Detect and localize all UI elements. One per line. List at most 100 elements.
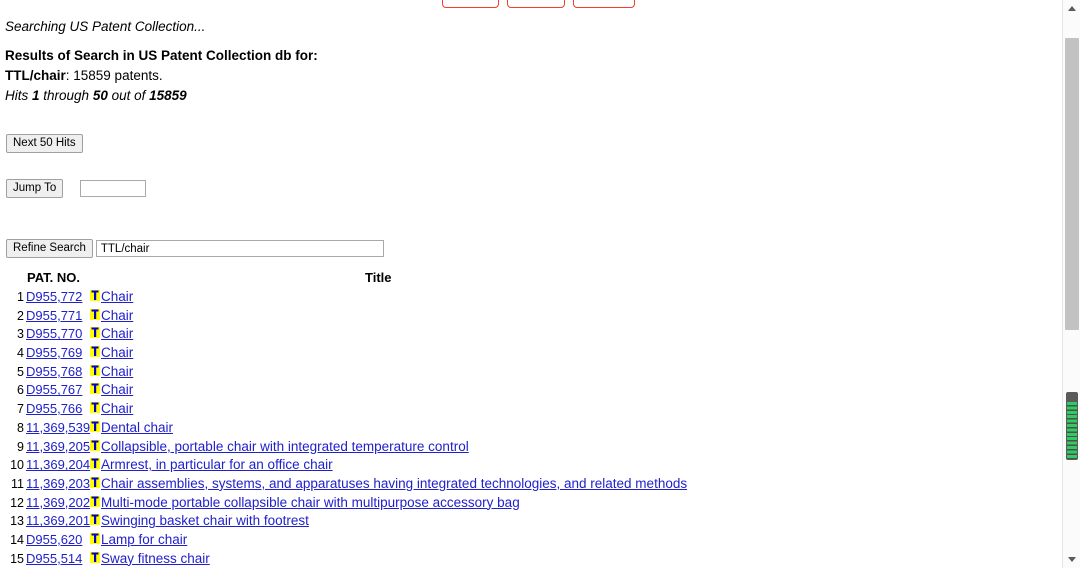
patent-number-link[interactable]: 11,369,202 <box>26 495 90 510</box>
hits-from: 1 <box>32 88 40 103</box>
patent-number-link[interactable]: D955,769 <box>26 345 82 360</box>
refine-search-input[interactable] <box>95 240 384 257</box>
results-title: Results of Search in US Patent Collectio… <box>5 48 318 63</box>
full-text-T-icon[interactable] <box>90 346 100 358</box>
table-row: 3 D955,770 Chair <box>0 326 1050 345</box>
scrollbar-thumb-inner[interactable] <box>1066 392 1078 460</box>
patent-number-link[interactable]: D955,770 <box>26 326 82 341</box>
patent-title-link[interactable]: Chair <box>101 308 133 323</box>
results-query-line: TTL/chair: 15859 patents. <box>5 66 318 86</box>
scroll-up-arrow-icon[interactable] <box>1063 0 1080 17</box>
hits-total: 15859 <box>149 88 187 103</box>
patent-number-link[interactable]: D955,514 <box>26 551 82 566</box>
patent-title-link[interactable]: Chair <box>101 345 133 360</box>
patent-title-link[interactable]: Swinging basket chair with footrest <box>101 513 309 528</box>
table-row: 11 11,369,203 Chair assemblies, systems, a… <box>0 476 1050 495</box>
patent-title-link[interactable]: Chair assemblies, systems, and apparatus… <box>101 476 687 491</box>
hits-outof: out of <box>107 88 150 103</box>
table-row: 1 D955,772 Chair <box>0 289 1050 308</box>
row-index: 7 <box>17 402 24 417</box>
full-text-T-icon[interactable] <box>90 420 100 432</box>
next-hits-row: Next 50 Hits <box>6 133 83 153</box>
table-row: 7 D955,766 Chair <box>0 401 1050 420</box>
full-text-T-icon[interactable] <box>90 476 100 488</box>
browser-viewport: Searching US Patent Collection... Result… <box>0 0 1080 568</box>
patent-number-link[interactable]: 11,369,203 <box>26 476 90 491</box>
red-button-3[interactable] <box>573 0 635 8</box>
patent-title-link[interactable]: Multi-mode portable collapsible chair wi… <box>101 495 520 510</box>
vertical-scrollbar[interactable] <box>1062 0 1080 568</box>
patent-title-link[interactable]: Chair <box>101 401 133 416</box>
row-index: 8 <box>17 420 24 435</box>
scrollbar-thumb-outer[interactable] <box>1065 38 1079 330</box>
patent-number-link[interactable]: 11,369,204 <box>26 457 90 472</box>
patent-title-link[interactable]: Sway fitness chair <box>101 551 210 566</box>
full-text-T-icon[interactable] <box>90 327 100 339</box>
scroll-down-arrow-icon[interactable] <box>1063 551 1080 568</box>
table-row: 9 11,369,205 Collapsible, portable chair w… <box>0 439 1050 458</box>
results-summary: Results of Search in US Patent Collectio… <box>5 46 318 106</box>
red-button-1[interactable] <box>442 0 499 8</box>
patent-number-link[interactable]: 11,369,539 <box>26 420 90 435</box>
full-text-T-icon[interactable] <box>90 514 100 526</box>
full-text-T-icon[interactable] <box>90 551 100 563</box>
patent-number-link[interactable]: 11,369,205 <box>26 439 90 454</box>
row-index: 2 <box>17 308 24 323</box>
full-text-T-icon[interactable] <box>90 439 100 451</box>
table-row: 13 11,369,201 Swinging basket chair with f… <box>0 513 1050 532</box>
row-index: 3 <box>17 327 24 342</box>
patent-title-link[interactable]: Chair <box>101 382 133 397</box>
refine-search-button[interactable]: Refine Search <box>6 239 93 258</box>
patent-title-link[interactable]: Chair <box>101 289 133 304</box>
jump-to-input[interactable] <box>80 180 147 197</box>
full-text-T-icon[interactable] <box>90 308 100 320</box>
row-index: 11 <box>11 476 24 491</box>
row-index: 4 <box>17 346 24 361</box>
full-text-T-icon[interactable] <box>90 290 100 301</box>
table-row: 10 11,369,204 Armrest, in particular for a… <box>0 457 1050 476</box>
row-index: 13 <box>10 514 24 529</box>
table-row: 14 D955,620 Lamp for chair <box>0 532 1050 551</box>
patent-number-link[interactable]: D955,767 <box>26 382 82 397</box>
patent-number-link[interactable]: D955,768 <box>26 364 82 379</box>
full-text-T-icon[interactable] <box>90 383 100 395</box>
red-button-2[interactable] <box>507 0 565 8</box>
patent-title-link[interactable]: Dental chair <box>101 420 173 435</box>
patent-title-link[interactable]: Chair <box>101 364 133 379</box>
table-row: 15 D955,514 Sway fitness chair <box>0 551 1050 568</box>
hits-mid: through <box>39 88 93 103</box>
next-50-hits-button[interactable]: Next 50 Hits <box>6 134 83 153</box>
full-text-T-icon[interactable] <box>90 458 100 470</box>
patent-number-link[interactable]: D955,771 <box>26 308 82 323</box>
patent-title-link[interactable]: Lamp for chair <box>101 532 187 547</box>
full-text-T-icon[interactable] <box>90 532 100 544</box>
full-text-T-icon[interactable] <box>90 495 100 507</box>
jump-to-button[interactable]: Jump To <box>6 179 64 198</box>
refine-search-row: Refine Search <box>6 239 384 258</box>
query-result-count: : 15859 patents. <box>65 68 163 83</box>
table-row: 5 D955,768 Chair <box>0 364 1050 383</box>
row-index: 1 <box>17 290 24 304</box>
table-row: 2 D955,771 Chair <box>0 308 1050 327</box>
patent-number-link[interactable]: 11,369,201 <box>26 513 90 528</box>
patent-title-link[interactable]: Chair <box>101 326 133 341</box>
patent-title-link[interactable]: Armrest, in particular for an office cha… <box>101 457 333 472</box>
row-index: 14 <box>10 532 24 547</box>
column-header-pat-no: PAT. NO. <box>27 270 80 285</box>
row-index: 12 <box>10 495 24 510</box>
searching-status-text: Searching US Patent Collection... <box>5 19 206 34</box>
table-row: 8 11,369,539 Dental chair <box>0 420 1050 439</box>
patent-number-link[interactable]: D955,620 <box>26 532 82 547</box>
row-index: 6 <box>17 383 24 398</box>
row-index: 10 <box>10 458 24 473</box>
top-red-button-group <box>442 0 635 8</box>
full-text-T-icon[interactable] <box>90 364 100 376</box>
full-text-T-icon[interactable] <box>90 402 100 414</box>
column-header-title: Title <box>365 270 392 285</box>
patent-number-link[interactable]: D955,766 <box>26 401 82 416</box>
row-index: 9 <box>17 439 24 454</box>
row-index: 15 <box>10 551 24 566</box>
row-index: 5 <box>17 364 24 379</box>
patent-title-link[interactable]: Collapsible, portable chair with integra… <box>101 439 469 454</box>
patent-number-link[interactable]: D955,772 <box>26 289 82 304</box>
